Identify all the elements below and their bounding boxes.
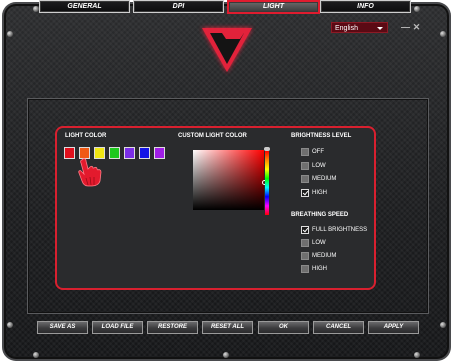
brand-logo-icon — [202, 28, 252, 72]
corner-bolt-icon — [440, 31, 446, 37]
minimize-button[interactable]: — — [401, 23, 410, 32]
corner-bolt-icon — [223, 352, 229, 358]
hue-slider-handle[interactable] — [264, 147, 270, 151]
cancel-button[interactable]: CANCEL — [313, 321, 364, 334]
close-button[interactable]: ✕ — [412, 23, 421, 32]
reset-all-button[interactable]: RESET ALL — [202, 321, 253, 334]
apply-button[interactable]: APPLY — [368, 321, 419, 334]
restore-button[interactable]: RESTORE — [147, 321, 198, 334]
color-swatch[interactable] — [124, 147, 135, 159]
language-select[interactable]: English — [331, 22, 388, 33]
tab-info[interactable]: INFO — [320, 0, 411, 13]
breathing-speed-heading: BREATHING SPEED — [291, 212, 349, 218]
tab-light[interactable]: LIGHT — [227, 0, 320, 14]
corner-bolt-icon — [414, 352, 420, 358]
custom-light-color-heading: CUSTOM LIGHT COLOR — [178, 133, 247, 139]
corner-bolt-icon — [7, 322, 13, 328]
color-picker-canvas[interactable] — [193, 150, 264, 210]
light-color-heading: LIGHT COLOR — [65, 133, 107, 139]
checkbox-label: LOW — [312, 162, 326, 169]
color-swatch[interactable] — [109, 147, 120, 159]
checkbox[interactable] — [301, 226, 309, 234]
color-swatch[interactable] — [154, 147, 165, 159]
corner-bolt-icon — [7, 31, 13, 37]
tab-dpi[interactable]: DPI — [133, 0, 224, 13]
checkbox[interactable] — [301, 265, 309, 273]
checkbox-label: OFF — [312, 149, 324, 155]
color-swatch[interactable] — [64, 147, 75, 159]
checkbox[interactable] — [301, 252, 309, 260]
load-file-button[interactable]: LOAD FILE — [92, 321, 143, 334]
brightness-level-heading: BRIGHTNESS LEVEL — [291, 133, 352, 139]
checkbox-label: HIGH — [312, 266, 327, 272]
checkbox-label: MEDIUM — [312, 253, 337, 259]
color-swatch[interactable] — [139, 147, 150, 159]
tab-general[interactable]: GENERAL — [39, 0, 130, 13]
corner-bolt-icon — [414, 6, 420, 12]
chevron-down-icon — [377, 27, 383, 30]
language-value: English — [335, 25, 358, 32]
checkbox-label: LOW — [312, 240, 326, 246]
ok-button[interactable]: OK — [258, 321, 309, 334]
checkbox[interactable] — [301, 188, 309, 197]
hand-pointer-icon — [78, 158, 102, 187]
checkbox[interactable] — [301, 175, 309, 183]
corner-bolt-icon — [33, 352, 39, 358]
checkbox[interactable] — [301, 148, 309, 156]
checkbox-label: MEDIUM — [312, 176, 337, 182]
corner-bolt-icon — [440, 322, 446, 328]
hue-slider[interactable] — [265, 151, 269, 215]
checkbox-label: HIGH — [312, 189, 327, 196]
checkbox[interactable] — [301, 239, 309, 247]
checkbox[interactable] — [301, 161, 309, 170]
checkbox-label: FULL BRIGHTNESS — [312, 227, 368, 233]
save-as-button[interactable]: SAVE AS — [37, 321, 88, 334]
